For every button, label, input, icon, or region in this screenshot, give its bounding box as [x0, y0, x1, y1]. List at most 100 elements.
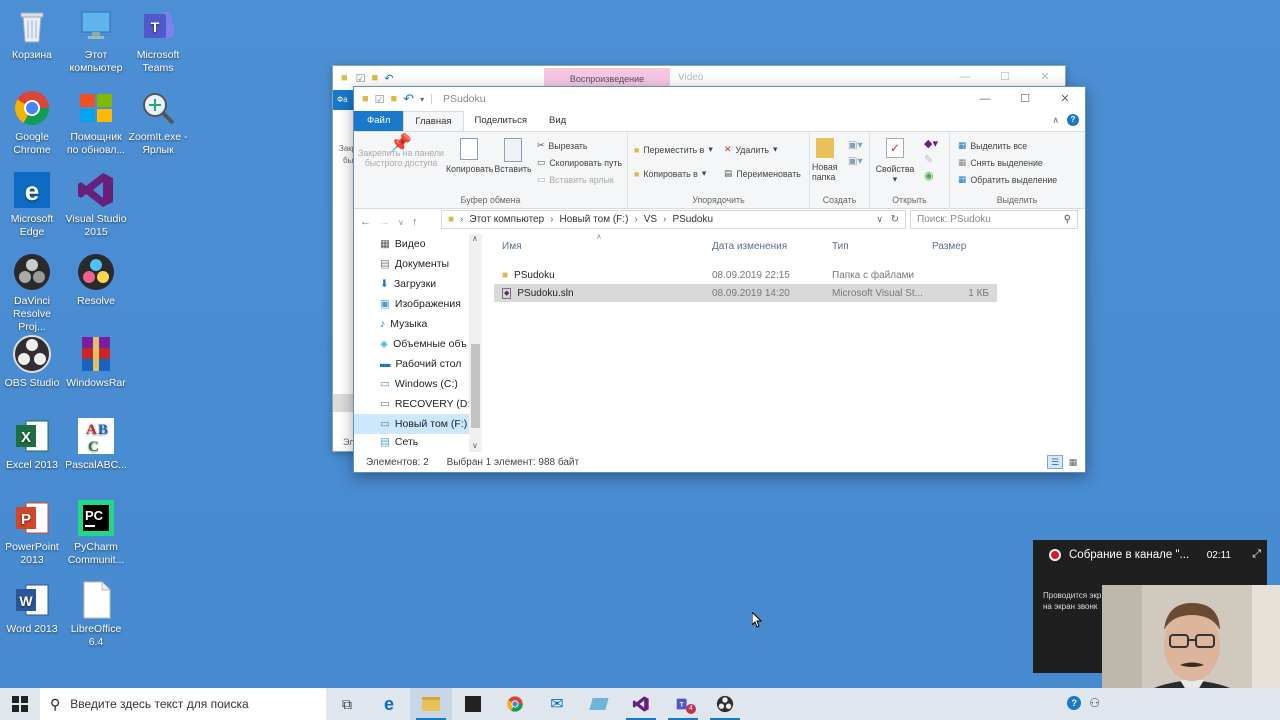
- tab-home[interactable]: Главная: [403, 111, 464, 131]
- task-view-button[interactable]: ⧉: [326, 688, 368, 720]
- copy-to-button[interactable]: ■ Копировать в ▾: [634, 168, 706, 179]
- desktop-icon-winrar[interactable]: WindowsRar: [64, 334, 128, 390]
- taskbar-search-input[interactable]: ⚲ Введите здесь текст для поиска: [40, 688, 326, 720]
- taskbar-teams[interactable]: T 4: [662, 688, 704, 720]
- tab-view[interactable]: Вид: [538, 111, 577, 131]
- address-dropdown-icon[interactable]: ∨: [876, 214, 883, 225]
- nav-item-network[interactable]: ▤ Сеть: [354, 434, 482, 448]
- start-button[interactable]: [0, 688, 40, 720]
- desktop-icon-davinci-project[interactable]: DaVinci Resolve Proj...: [0, 252, 64, 334]
- column-name[interactable]: Имя: [494, 241, 712, 252]
- up-arrow-icon[interactable]: ↑: [412, 216, 418, 228]
- copy-path-button[interactable]: ▭ Скопировать путь: [537, 157, 622, 168]
- desktop-icon-zoomit[interactable]: ZoomIt.exe - Ярлык: [126, 88, 190, 157]
- nav-item-windows-c[interactable]: ▭ Windows (C:): [354, 374, 482, 394]
- nav-item-3d-objects[interactable]: ◈ Объемные объ: [354, 334, 482, 354]
- navigation-scrollbar[interactable]: ∧ ∨: [469, 234, 482, 452]
- scroll-up-icon[interactable]: ∧: [472, 234, 478, 243]
- nav-item-video[interactable]: ▦ Видео: [354, 234, 482, 254]
- desktop-icon-powerpoint[interactable]: P PowerPoint 2013: [0, 498, 64, 567]
- help-icon[interactable]: ?: [1067, 114, 1079, 126]
- taskbar-obs[interactable]: [704, 688, 746, 720]
- copy-button[interactable]: Копировать: [446, 138, 493, 174]
- new-folder-button[interactable]: Новая папка: [812, 138, 846, 182]
- paste-shortcut-button[interactable]: ▭ Вставить ярлык: [537, 174, 614, 185]
- nav-item-documents[interactable]: ▤ Документы: [354, 254, 482, 274]
- background-file-tab[interactable]: Фа: [333, 90, 355, 110]
- column-type[interactable]: Тип: [832, 241, 932, 252]
- rename-button[interactable]: ▤ Переименовать: [724, 168, 801, 179]
- back-arrow-icon[interactable]: ←: [360, 216, 371, 228]
- column-size[interactable]: Размер: [932, 241, 989, 252]
- desktop-icon-resolve[interactable]: Resolve: [64, 252, 128, 308]
- taskbar-chrome[interactable]: [494, 688, 536, 720]
- maximize-icon[interactable]: ☐: [985, 66, 1025, 88]
- desktop-icon-teams[interactable]: T Microsoft Teams: [126, 6, 190, 75]
- collapse-ribbon-icon[interactable]: ∧: [1052, 115, 1059, 126]
- forward-arrow-icon[interactable]: →: [379, 216, 390, 228]
- help-tray-icon[interactable]: ?: [1067, 696, 1082, 710]
- desktop-icon-update-assistant[interactable]: Помощник по обновл...: [64, 88, 128, 157]
- pin-quick-access-button[interactable]: 📌 Закрепить на панели быстрого доступа: [358, 134, 444, 168]
- desktop-icon-visual-studio[interactable]: Visual Studio 2015: [64, 170, 128, 239]
- close-icon[interactable]: ✕: [1045, 87, 1085, 111]
- recent-locations-icon[interactable]: ∨: [398, 218, 404, 227]
- paste-button[interactable]: Вставить: [494, 138, 532, 174]
- details-view-icon[interactable]: ☰: [1047, 455, 1063, 469]
- qat-dropdown-icon[interactable]: ▾: [420, 95, 424, 104]
- explorer-window[interactable]: ■ ☑ ■ ↶ ▾ | PSudoku — ☐ ✕ Файл Главная П…: [353, 86, 1086, 473]
- desktop-icon-excel[interactable]: X Excel 2013: [0, 416, 64, 472]
- close-icon[interactable]: ✕: [1025, 66, 1065, 88]
- desktop-icon-chrome[interactable]: Google Chrome: [0, 88, 64, 157]
- properties-button[interactable]: ✓ Свойства ▾: [874, 138, 916, 184]
- desktop-icon-obs[interactable]: OBS Studio: [0, 334, 64, 390]
- refresh-icon[interactable]: ↻: [891, 214, 899, 225]
- search-input[interactable]: Поиск: PSudoku ⚲: [910, 210, 1078, 229]
- breadcrumb-item[interactable]: PSudoku: [672, 214, 713, 225]
- cut-button[interactable]: ✂ Вырезать: [537, 140, 588, 151]
- breadcrumb-item[interactable]: Этот компьютер: [469, 214, 544, 225]
- taskbar-visual-studio[interactable]: [620, 688, 662, 720]
- table-row[interactable]: ◆ PSudoku.sln 08.09.2019 14:20 Microsoft…: [494, 284, 997, 302]
- address-bar[interactable]: ■ › Этот компьютер › Новый том (F:) › VS…: [441, 210, 906, 229]
- maximize-icon[interactable]: ☐: [1005, 87, 1045, 111]
- nav-item-music[interactable]: ♪ Музыка: [354, 314, 482, 334]
- new-item-icons[interactable]: ▣▾ ▣▾: [848, 138, 862, 170]
- desktop-icon-edge[interactable]: e Microsoft Edge: [0, 170, 64, 239]
- desktop-icon-pascalabc[interactable]: ABC PascalABC...: [64, 416, 128, 472]
- nav-item-new-volume-f[interactable]: ▭ Новый том (F:): [354, 414, 482, 434]
- desktop-icon-recycle-bin[interactable]: Корзина: [0, 6, 64, 62]
- desktop-icon-libreoffice[interactable]: LibreOffice 6.4: [64, 580, 128, 649]
- nav-item-desktop[interactable]: ▬ Рабочий стол: [354, 354, 482, 374]
- breadcrumb-item[interactable]: VS: [644, 214, 657, 225]
- nav-item-pictures[interactable]: ▣ Изображения: [354, 294, 482, 314]
- taskbar-file-explorer[interactable]: [410, 688, 452, 720]
- nav-item-downloads[interactable]: ⬇ Загрузки: [354, 274, 482, 294]
- desktop-icon-pycharm[interactable]: PC PyCharm Communit...: [64, 498, 128, 567]
- taskbar-store[interactable]: [452, 688, 494, 720]
- new-folder-icon[interactable]: ■: [391, 93, 398, 105]
- invert-selection-button[interactable]: ▦ Обратить выделение: [958, 174, 1057, 185]
- minimize-icon[interactable]: —: [945, 66, 985, 88]
- taskbar-app[interactable]: [578, 688, 620, 720]
- table-row[interactable]: ■ PSudoku 08.09.2019 22:15 Папка с файла…: [494, 266, 1084, 284]
- properties-checkbox-icon[interactable]: ☑: [375, 93, 385, 106]
- undo-icon[interactable]: ↶: [403, 91, 414, 107]
- tab-share[interactable]: Поделиться: [464, 111, 538, 131]
- delete-button[interactable]: ✕ Удалить ▾: [724, 144, 777, 155]
- minimize-icon[interactable]: —: [965, 87, 1005, 111]
- column-modified[interactable]: Дата изменения: [712, 241, 832, 252]
- taskbar-mail[interactable]: ✉: [536, 688, 578, 720]
- people-icon[interactable]: ⚇: [1089, 696, 1100, 710]
- desktop-icon-word[interactable]: W Word 2013: [0, 580, 64, 636]
- breadcrumb-item[interactable]: Новый том (F:): [560, 214, 629, 225]
- nav-item-recovery-d[interactable]: ▭ RECOVERY (D:): [354, 394, 482, 414]
- taskbar-edge[interactable]: e: [368, 688, 410, 720]
- desktop-icon-this-pc[interactable]: Этот компьютер: [64, 6, 128, 75]
- scrollbar-thumb[interactable]: [471, 344, 480, 428]
- scroll-down-icon[interactable]: ∨: [472, 441, 478, 450]
- select-all-button[interactable]: ▦ Выделить все: [958, 140, 1027, 151]
- select-none-button[interactable]: ▦ Снять выделение: [958, 157, 1043, 168]
- large-icons-view-icon[interactable]: ▦: [1065, 455, 1081, 469]
- folder-icon[interactable]: ■: [362, 93, 369, 105]
